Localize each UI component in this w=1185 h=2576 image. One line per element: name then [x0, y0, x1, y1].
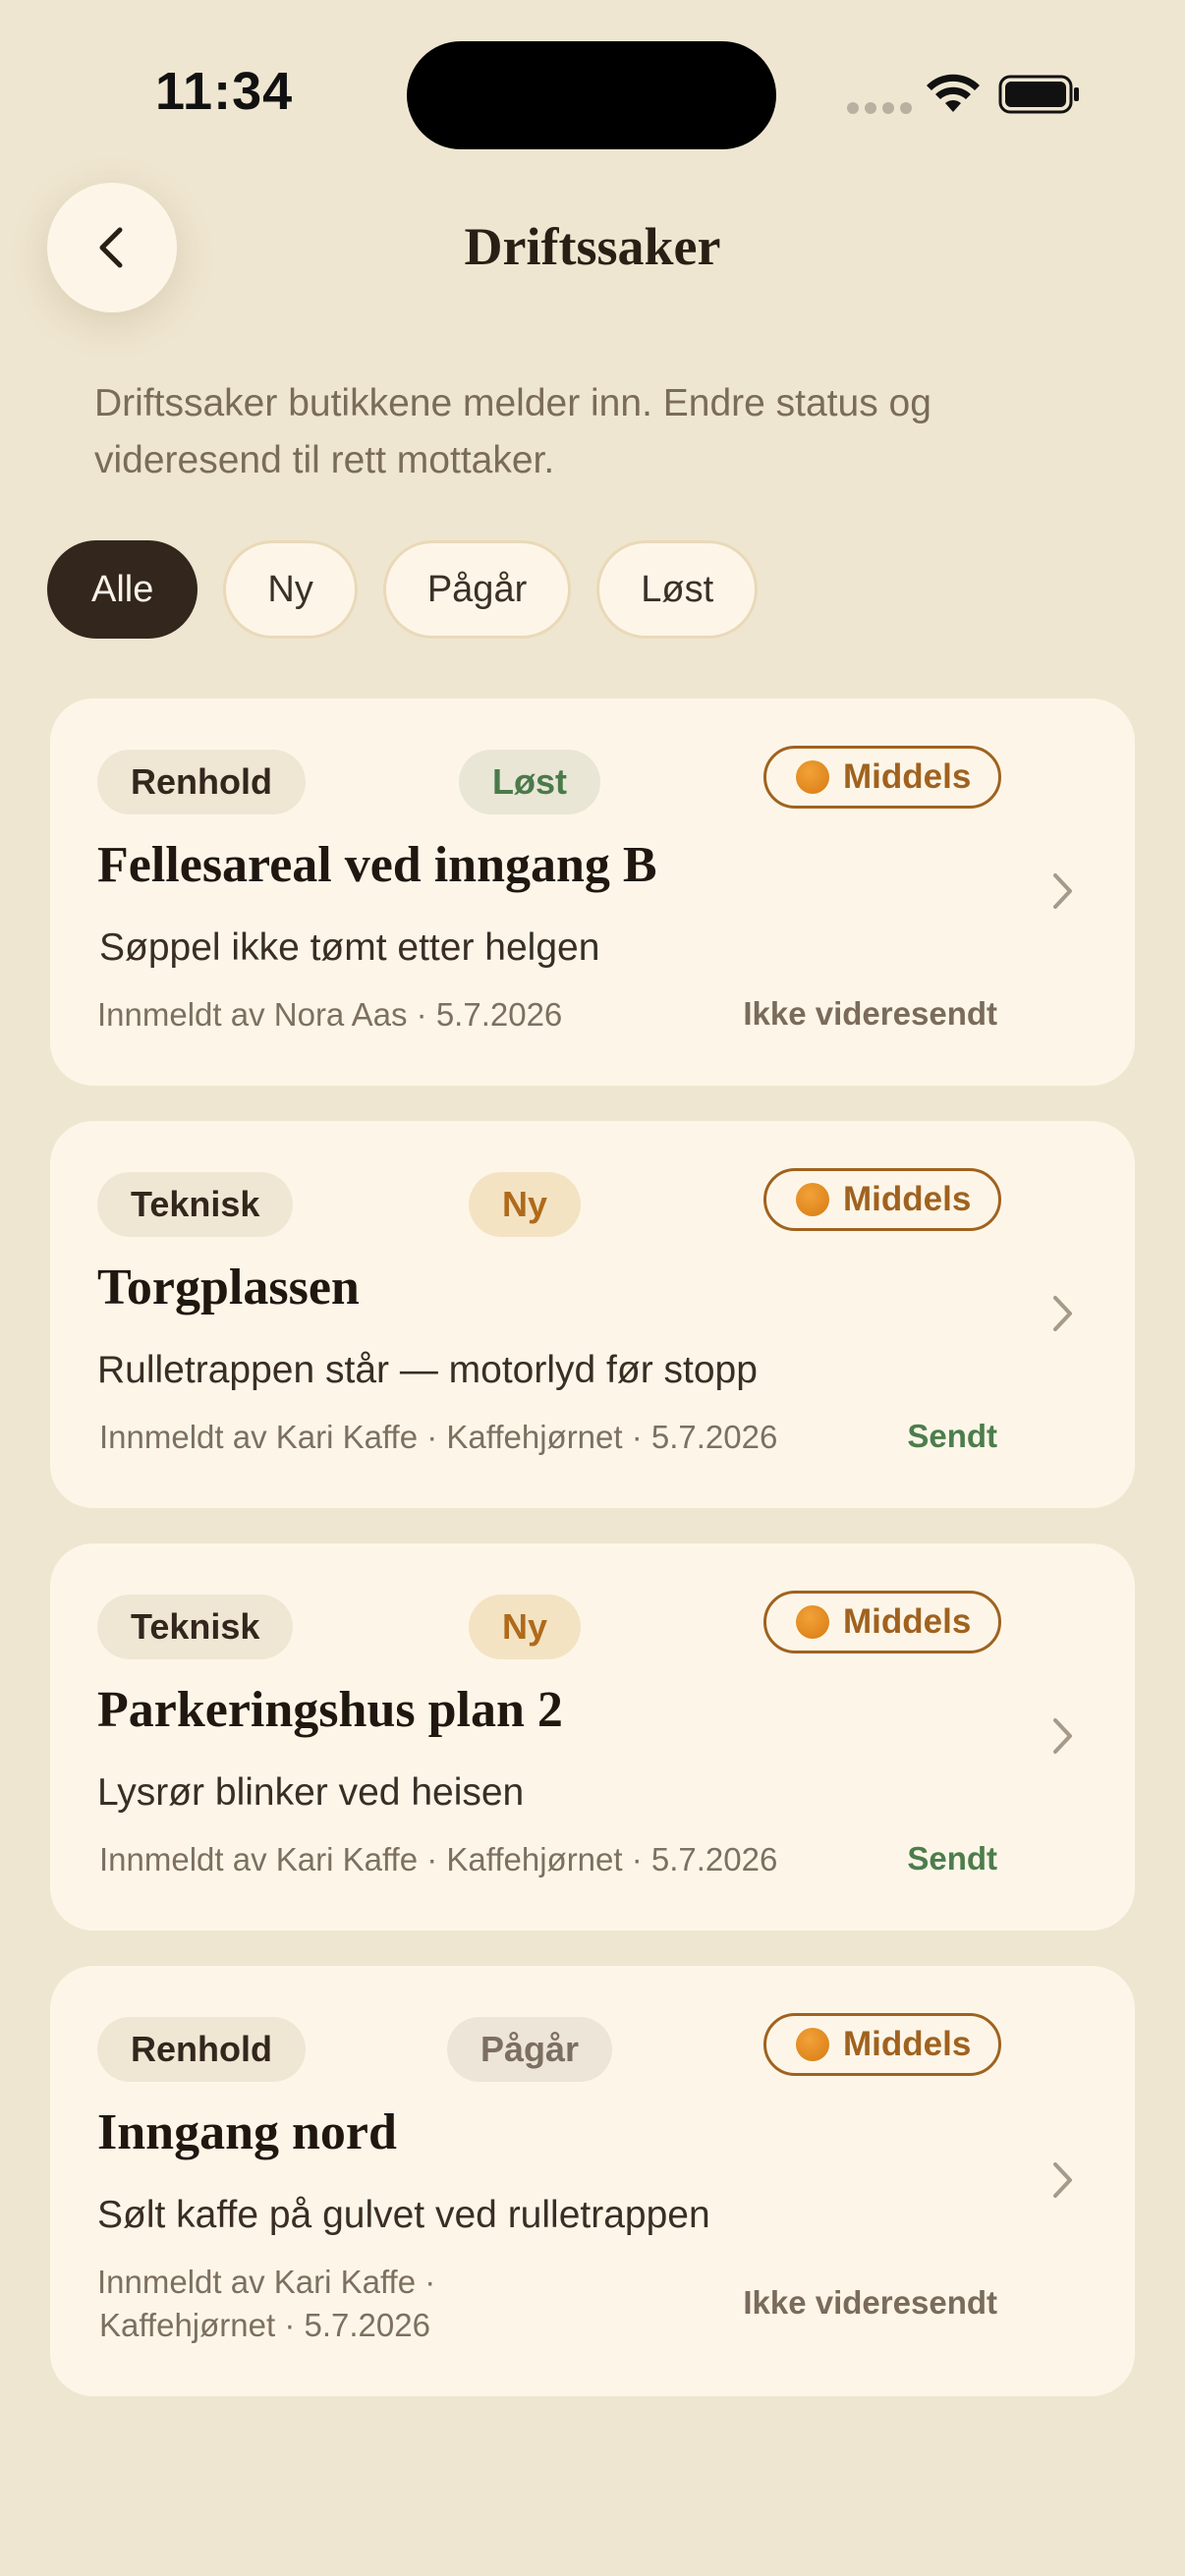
priority-badge: Middels [763, 1168, 1002, 1231]
priority-badge: Middels [763, 1591, 1002, 1653]
priority-dot-icon [796, 2028, 829, 2061]
battery-icon [998, 75, 1079, 114]
status-time: 11:34 [155, 62, 294, 121]
chevron-right-icon [1053, 1296, 1072, 1331]
forward-status: Sendt [907, 1418, 997, 1454]
page-title: Driftssaker [464, 217, 721, 276]
priority-label: Middels [843, 1602, 972, 1641]
case-card[interactable]: Teknisk Ny Middels Torgplassen Rulletrap… [50, 1121, 1135, 1508]
forward-status: Ikke videresendt [743, 995, 997, 1032]
cellular-signal-icon [847, 102, 912, 114]
filter-chip-resolved[interactable]: Løst [596, 540, 759, 639]
filter-chip-all[interactable]: Alle [47, 540, 198, 639]
forward-status: Ikke videresendt [743, 2284, 997, 2321]
case-meta: Innmeldt av Kari Kaffe · Kaffehjørnet · … [99, 1841, 778, 1877]
category-tag: Renhold [97, 750, 306, 814]
page-description: Driftssaker butikkene melder inn. Endre … [94, 382, 931, 481]
case-title: Inngang nord [97, 2104, 397, 2160]
priority-dot-icon [796, 1605, 829, 1639]
chevron-right-icon [1053, 873, 1072, 909]
priority-dot-icon [796, 760, 829, 794]
status-tag: Ny [469, 1172, 582, 1237]
case-card[interactable]: Renhold Løst Middels Fellesareal ved inn… [50, 699, 1135, 1086]
dynamic-island [407, 41, 776, 149]
filter-chip-new[interactable]: Ny [223, 540, 358, 639]
forward-status: Sendt [907, 1840, 997, 1876]
case-subtitle: Søppel ikke tømt etter helgen [99, 926, 600, 969]
chevron-right-icon [1053, 2162, 1072, 2198]
case-card[interactable]: Teknisk Ny Middels Parkeringshus plan 2 … [50, 1543, 1135, 1931]
priority-dot-icon [796, 1183, 829, 1216]
case-meta-line: Innmeldt av Kari Kaffe · [97, 2264, 436, 2300]
priority-badge: Middels [763, 2013, 1002, 2076]
status-tag: Ny [469, 1595, 582, 1659]
case-meta: Innmeldt av Kari Kaffe · Kaffehjørnet · … [97, 2261, 435, 2347]
chevron-right-icon [1053, 1718, 1072, 1754]
status-tag: Løst [459, 750, 600, 814]
category-tag: Teknisk [97, 1172, 294, 1237]
status-filter-bar: Alle Ny Pågår Løst [47, 540, 759, 639]
category-tag: Teknisk [97, 1595, 294, 1659]
category-tag: Renhold [97, 2017, 306, 2082]
case-meta-line: Kaffehjørnet · 5.7.2026 [99, 2307, 430, 2343]
status-bar: 11:34 [0, 0, 1185, 187]
case-subtitle: Rulletrappen står — motorlyd før stopp [97, 1349, 758, 1391]
case-meta: Innmeldt av Kari Kaffe · Kaffehjørnet · … [99, 1419, 778, 1455]
case-title: Fellesareal ved inngang B [97, 837, 657, 893]
priority-label: Middels [843, 2025, 972, 2063]
case-card[interactable]: Renhold Pågår Middels Inngang nord Sølt … [50, 1966, 1135, 2396]
case-subtitle: Lysrør blinker ved heisen [97, 1771, 525, 1814]
case-meta: Innmeldt av Nora Aas · 5.7.2026 [97, 996, 563, 1033]
priority-label: Middels [843, 1180, 972, 1218]
priority-label: Middels [843, 757, 972, 796]
wifi-icon [927, 74, 980, 112]
status-tag: Pågår [447, 2017, 613, 2082]
priority-badge: Middels [763, 746, 1002, 809]
case-title: Torgplassen [97, 1260, 360, 1316]
case-subtitle: Sølt kaffe på gulvet ved rulletrappen [97, 2194, 710, 2236]
case-title: Parkeringshus plan 2 [97, 1682, 563, 1738]
filter-chip-in-progress[interactable]: Pågår [382, 540, 572, 639]
